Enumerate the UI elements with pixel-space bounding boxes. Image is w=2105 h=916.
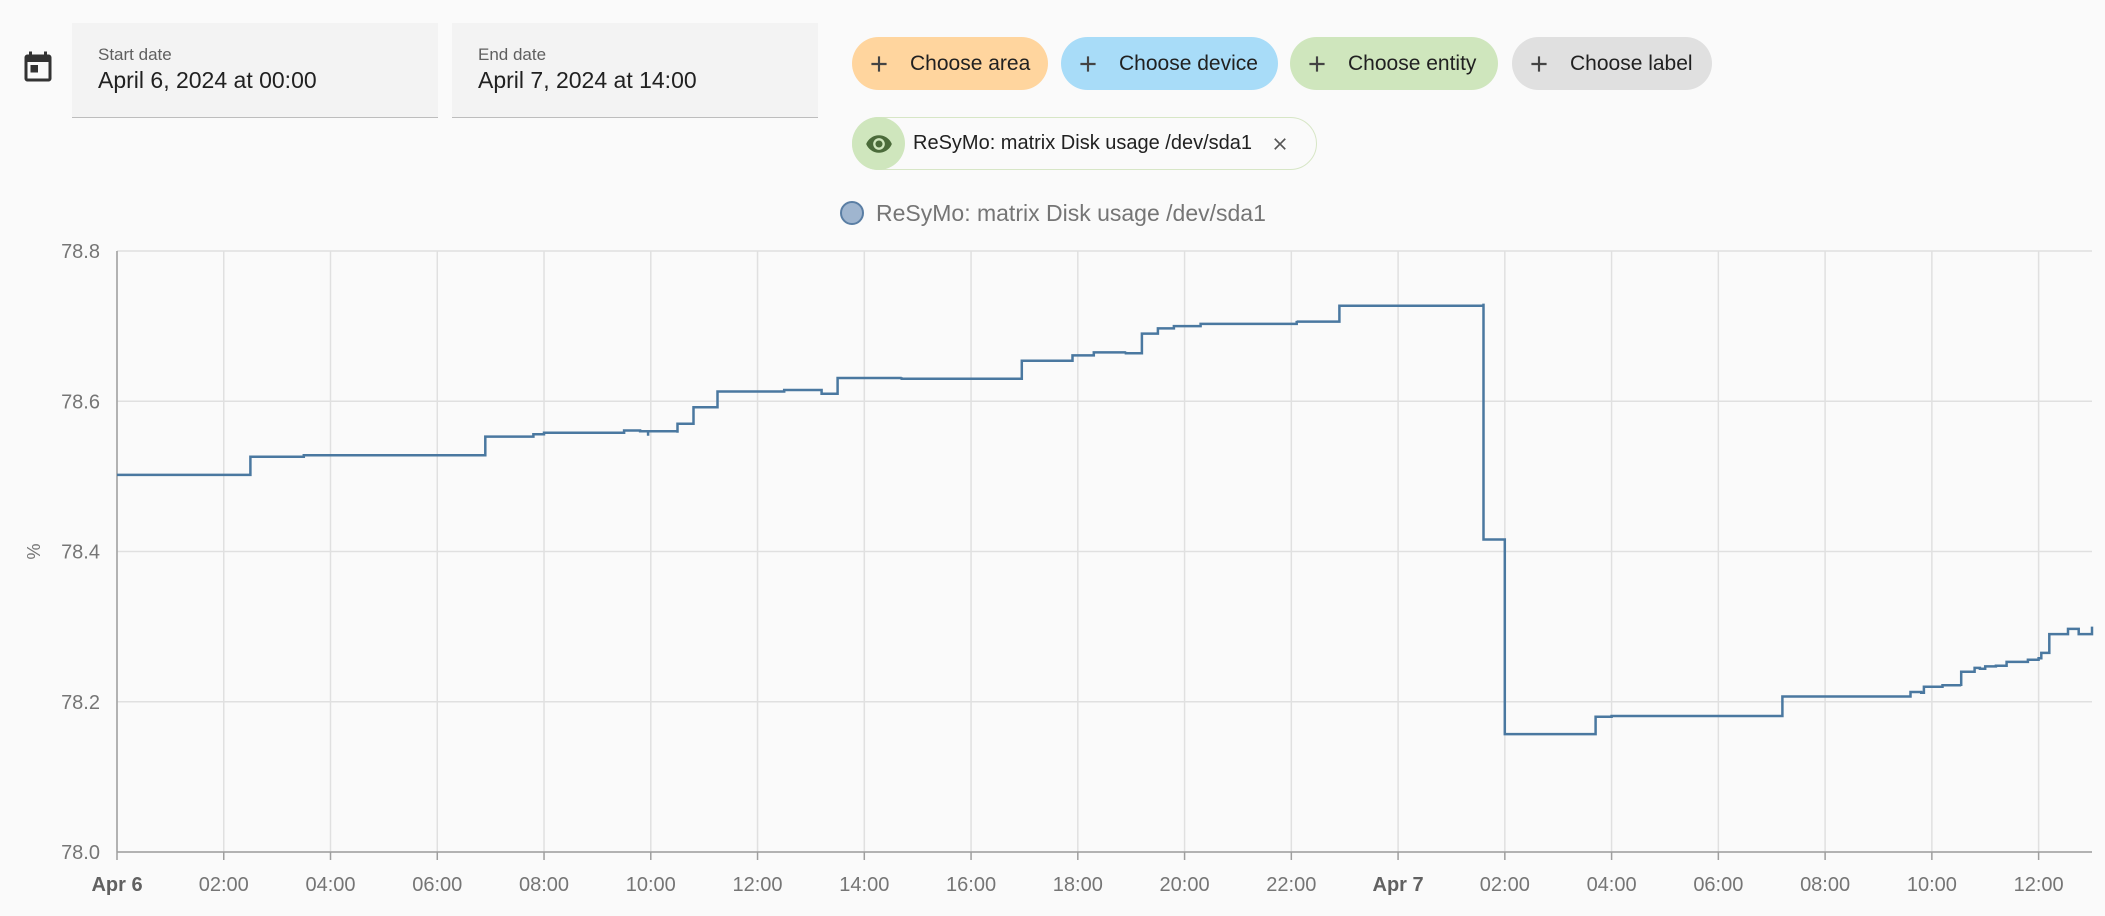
x-tick-label: 08:00 — [519, 874, 569, 896]
x-tick-label: 16:00 — [946, 874, 996, 896]
series-line[interactable] — [117, 303, 2094, 736]
y-tick-label: 78.8 — [61, 241, 100, 263]
x-tick-label: 06:00 — [412, 874, 462, 896]
chart-legend-item[interactable]: ReSyMo: matrix Disk usage /dev/sda1 — [840, 198, 1266, 228]
choose-label-label: Choose label — [1570, 51, 1693, 75]
end-date-value: April 7, 2024 at 14:00 — [478, 67, 697, 93]
choose-label-button[interactable]: Choose label — [1512, 37, 1712, 90]
end-date-label: End date — [478, 45, 547, 64]
y-tick-label: 78.4 — [61, 542, 100, 564]
y-tick-label: 78.0 — [61, 842, 100, 864]
start-date-value: April 6, 2024 at 00:00 — [98, 67, 317, 93]
x-tick-label: 04:00 — [1587, 874, 1637, 896]
x-tick-label: 18:00 — [1053, 874, 1103, 896]
x-tick-label: 12:00 — [2014, 874, 2064, 896]
history-chart[interactable]: 78.0 78.2 78.4 78.6 78.8 Apr 6 02:00 04:00 06:00… — [0, 235, 2105, 916]
x-tick-label: 22:00 — [1266, 874, 1316, 896]
legend-label: ReSyMo: matrix Disk usage /dev/sda1 — [876, 199, 1266, 226]
choose-area-button[interactable]: Choose area — [852, 37, 1048, 90]
legend-swatch — [840, 201, 864, 225]
x-tick-label: 10:00 — [626, 874, 676, 896]
choose-device-button[interactable]: Choose device — [1061, 37, 1278, 90]
x-tick-label: Apr 7 — [1373, 874, 1424, 896]
x-tick-label: 02:00 — [199, 874, 249, 896]
eye-icon — [865, 134, 892, 153]
close-icon[interactable] — [1270, 134, 1290, 154]
plus-icon — [1309, 55, 1325, 72]
start-date-label: Start date — [98, 45, 172, 64]
x-tick-label: Apr 6 — [91, 874, 142, 896]
x-tick-label: 08:00 — [1800, 874, 1850, 896]
selected-entity-chip[interactable]: ReSyMo: matrix Disk usage /dev/sda1 — [852, 117, 1317, 170]
selected-entity-name: ReSyMo: matrix Disk usage /dev/sda1 — [913, 132, 1253, 154]
y-tick-label: 78.6 — [61, 391, 100, 413]
y-axis-label: % — [24, 543, 44, 559]
x-tick-label: 10:00 — [1907, 874, 1957, 896]
plus-icon — [871, 55, 887, 72]
x-tick-label: 04:00 — [305, 874, 355, 896]
entity-avatar — [852, 117, 905, 170]
choose-entity-button[interactable]: Choose entity — [1290, 37, 1498, 90]
end-date-field[interactable]: End date April 7, 2024 at 14:00 — [452, 23, 818, 118]
x-tick-label: 14:00 — [839, 874, 889, 896]
y-tick-label: 78.2 — [61, 692, 100, 714]
calendar-icon[interactable] — [20, 50, 56, 86]
x-tick-label: 20:00 — [1160, 874, 1210, 896]
x-tick-label: 12:00 — [733, 874, 783, 896]
plus-icon — [1080, 55, 1096, 72]
choose-area-label: Choose area — [910, 51, 1031, 75]
choose-entity-label: Choose entity — [1348, 51, 1477, 75]
plus-icon — [1531, 55, 1547, 72]
start-date-field[interactable]: Start date April 6, 2024 at 00:00 — [72, 23, 438, 118]
choose-device-label: Choose device — [1119, 51, 1258, 75]
x-tick-label: 02:00 — [1480, 874, 1530, 896]
x-tick-label: 06:00 — [1693, 874, 1743, 896]
